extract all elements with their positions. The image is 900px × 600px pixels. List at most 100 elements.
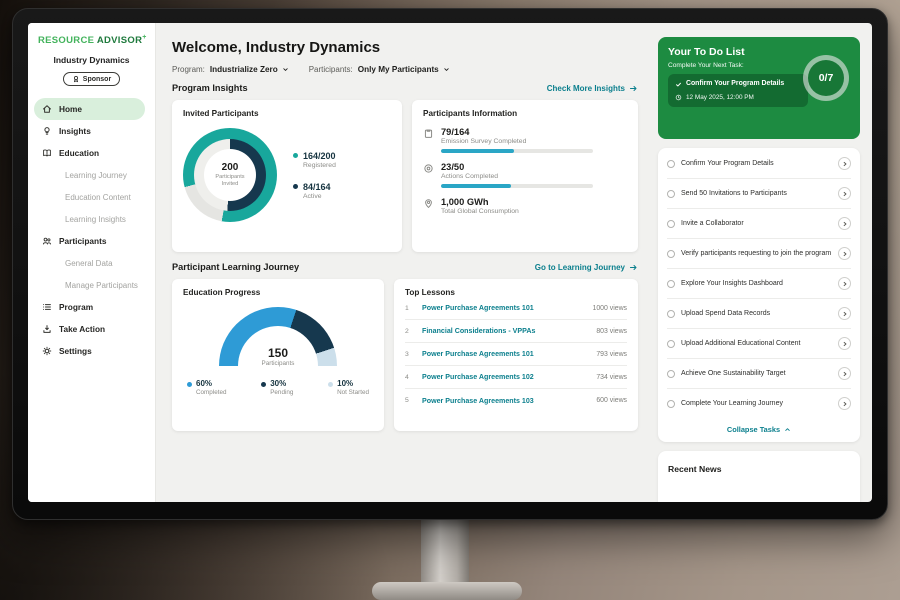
task-open-button[interactable] xyxy=(838,367,851,380)
sidebar-item-general-data[interactable]: General Data xyxy=(34,252,145,274)
task-open-button[interactable] xyxy=(838,397,851,410)
sidebar-item-label: Manage Participants xyxy=(65,281,138,290)
participants-filter-label: Participants: xyxy=(309,65,353,74)
program-list-icon xyxy=(42,302,53,313)
chevron-up-icon xyxy=(784,426,791,433)
task-open-button[interactable] xyxy=(838,307,851,320)
todo-task-row[interactable]: Achieve One Sustainability Target xyxy=(667,359,851,389)
brand-plus: + xyxy=(142,34,146,41)
task-checkbox[interactable] xyxy=(667,400,675,408)
go-to-learning-journey-label: Go to Learning Journey xyxy=(535,263,625,272)
collapse-tasks-link[interactable]: Collapse Tasks xyxy=(667,418,851,440)
task-checkbox[interactable] xyxy=(667,250,675,258)
task-open-button[interactable] xyxy=(838,247,851,260)
sidebar-item-label: Home xyxy=(59,104,82,114)
task-open-button[interactable] xyxy=(838,277,851,290)
participants-select-value: Only My Participants xyxy=(358,65,439,74)
todo-task-row[interactable]: Complete Your Learning Journey xyxy=(667,389,851,418)
learning-journey-header: Participant Learning Journey Go to Learn… xyxy=(172,262,638,272)
todo-task-row[interactable]: Upload Additional Educational Content xyxy=(667,329,851,359)
task-open-button[interactable] xyxy=(838,157,851,170)
task-label: Confirm Your Program Details xyxy=(681,159,832,168)
task-checkbox[interactable] xyxy=(667,340,675,348)
participants-select[interactable]: Only My Participants xyxy=(358,65,450,74)
legend-value: 84/164 xyxy=(303,182,331,192)
sidebar-item-label: Learning Insights xyxy=(65,215,126,224)
legend-label: Not Started xyxy=(337,389,369,396)
sidebar-item-label: Education Content xyxy=(65,193,131,202)
sidebar-item-label: General Data xyxy=(65,259,113,268)
top-lessons-card: Top Lessons 1 Power Purchase Agreements … xyxy=(394,279,638,431)
info-value: 79/164 xyxy=(441,127,593,137)
chevron-right-icon xyxy=(842,251,848,257)
todo-task-row[interactable]: Invite a Collaborator xyxy=(667,209,851,239)
lesson-link[interactable]: Power Purchase Agreements 101 xyxy=(422,304,587,312)
lesson-rank: 5 xyxy=(405,397,416,404)
todo-panel: Your To Do List Complete Your Next Task:… xyxy=(650,23,872,502)
sidebar-item-take-action[interactable]: Take Action xyxy=(34,318,145,340)
participants-icon xyxy=(42,236,53,247)
sidebar-item-learning-insights[interactable]: Learning Insights xyxy=(34,208,145,230)
program-select[interactable]: Industrialize Zero xyxy=(210,65,289,74)
go-to-learning-journey-link[interactable]: Go to Learning Journey xyxy=(535,263,638,272)
lesson-rank: 2 xyxy=(405,328,416,335)
education-legend: 60% Completed 30% Pending 10% Not Starte… xyxy=(183,379,373,396)
task-checkbox[interactable] xyxy=(667,280,675,288)
todo-task-row[interactable]: Upload Spend Data Records xyxy=(667,299,851,329)
sidebar-item-settings[interactable]: Settings xyxy=(34,340,145,362)
todo-task-row[interactable]: Verify participants requesting to join t… xyxy=(667,239,851,269)
sidebar-item-education[interactable]: Education xyxy=(34,142,145,164)
legend-label: Active xyxy=(303,193,331,200)
task-checkbox[interactable] xyxy=(667,160,675,168)
task-label: Verify participants requesting to join t… xyxy=(681,249,832,258)
legend-dot-teal xyxy=(293,153,298,158)
sidebar-item-participants[interactable]: Participants xyxy=(34,230,145,252)
info-row-actions: 23/50 Actions Completed xyxy=(423,162,627,188)
sidebar-item-manage-participants[interactable]: Manage Participants xyxy=(34,274,145,296)
task-checkbox[interactable] xyxy=(667,190,675,198)
education-center-label: Participants xyxy=(262,360,295,367)
legend-value: 60% xyxy=(196,379,212,388)
chevron-down-icon xyxy=(443,66,450,73)
legend-dot-navy xyxy=(293,184,298,189)
invited-center-value: 200 xyxy=(222,162,239,173)
sidebar-item-home[interactable]: Home xyxy=(34,98,145,120)
task-checkbox[interactable] xyxy=(667,220,675,228)
sidebar-item-program[interactable]: Program xyxy=(34,296,145,318)
task-open-button[interactable] xyxy=(838,337,851,350)
todo-summary-card: Your To Do List Complete Your Next Task:… xyxy=(658,37,860,139)
task-open-button[interactable] xyxy=(838,217,851,230)
chevron-right-icon xyxy=(842,401,848,407)
lesson-link[interactable]: Power Purchase Agreements 101 xyxy=(422,350,590,358)
arrow-right-icon xyxy=(629,84,638,93)
education-gauge-center: 150 Participants xyxy=(219,346,337,367)
collapse-tasks-label: Collapse Tasks xyxy=(727,425,780,434)
task-label: Send 50 Invitations to Participants xyxy=(681,189,832,198)
todo-task-row[interactable]: Send 50 Invitations to Participants xyxy=(667,179,851,209)
lesson-link[interactable]: Financial Considerations - VPPAs xyxy=(422,327,590,335)
location-pin-icon xyxy=(423,198,434,209)
check-more-insights-link[interactable]: Check More Insights xyxy=(547,84,638,93)
next-task-box[interactable]: Confirm Your Program Details 12 May 2025… xyxy=(668,74,808,107)
brand-logo: RESOURCE ADVISOR+ xyxy=(28,34,155,46)
chevron-right-icon xyxy=(842,371,848,377)
sidebar-item-education-content[interactable]: Education Content xyxy=(34,186,145,208)
todo-task-row[interactable]: Confirm Your Program Details xyxy=(667,149,851,179)
task-label: Invite a Collaborator xyxy=(681,219,832,228)
legend-dot-navy xyxy=(261,382,266,387)
task-checkbox[interactable] xyxy=(667,370,675,378)
lesson-link[interactable]: Power Purchase Agreements 102 xyxy=(422,373,590,381)
learning-journey-title: Participant Learning Journey xyxy=(172,262,299,272)
todo-task-row[interactable]: Explore Your Insights Dashboard xyxy=(667,269,851,299)
dashboard-screen: RESOURCE ADVISOR+ Industry Dynamics Spon… xyxy=(28,23,872,502)
info-row-survey: 79/164 Emission Survey Completed xyxy=(423,127,627,153)
sponsor-badge[interactable]: Sponsor xyxy=(63,72,120,86)
lesson-link[interactable]: Power Purchase Agreements 103 xyxy=(422,397,590,405)
task-open-button[interactable] xyxy=(838,187,851,200)
sidebar-item-insights[interactable]: Insights xyxy=(34,120,145,142)
info-label: Emission Survey Completed xyxy=(441,138,593,145)
task-checkbox[interactable] xyxy=(667,310,675,318)
sponsor-icon xyxy=(72,75,80,83)
sidebar-item-learning-journey[interactable]: Learning Journey xyxy=(34,164,145,186)
actions-progress-fill xyxy=(441,184,511,188)
